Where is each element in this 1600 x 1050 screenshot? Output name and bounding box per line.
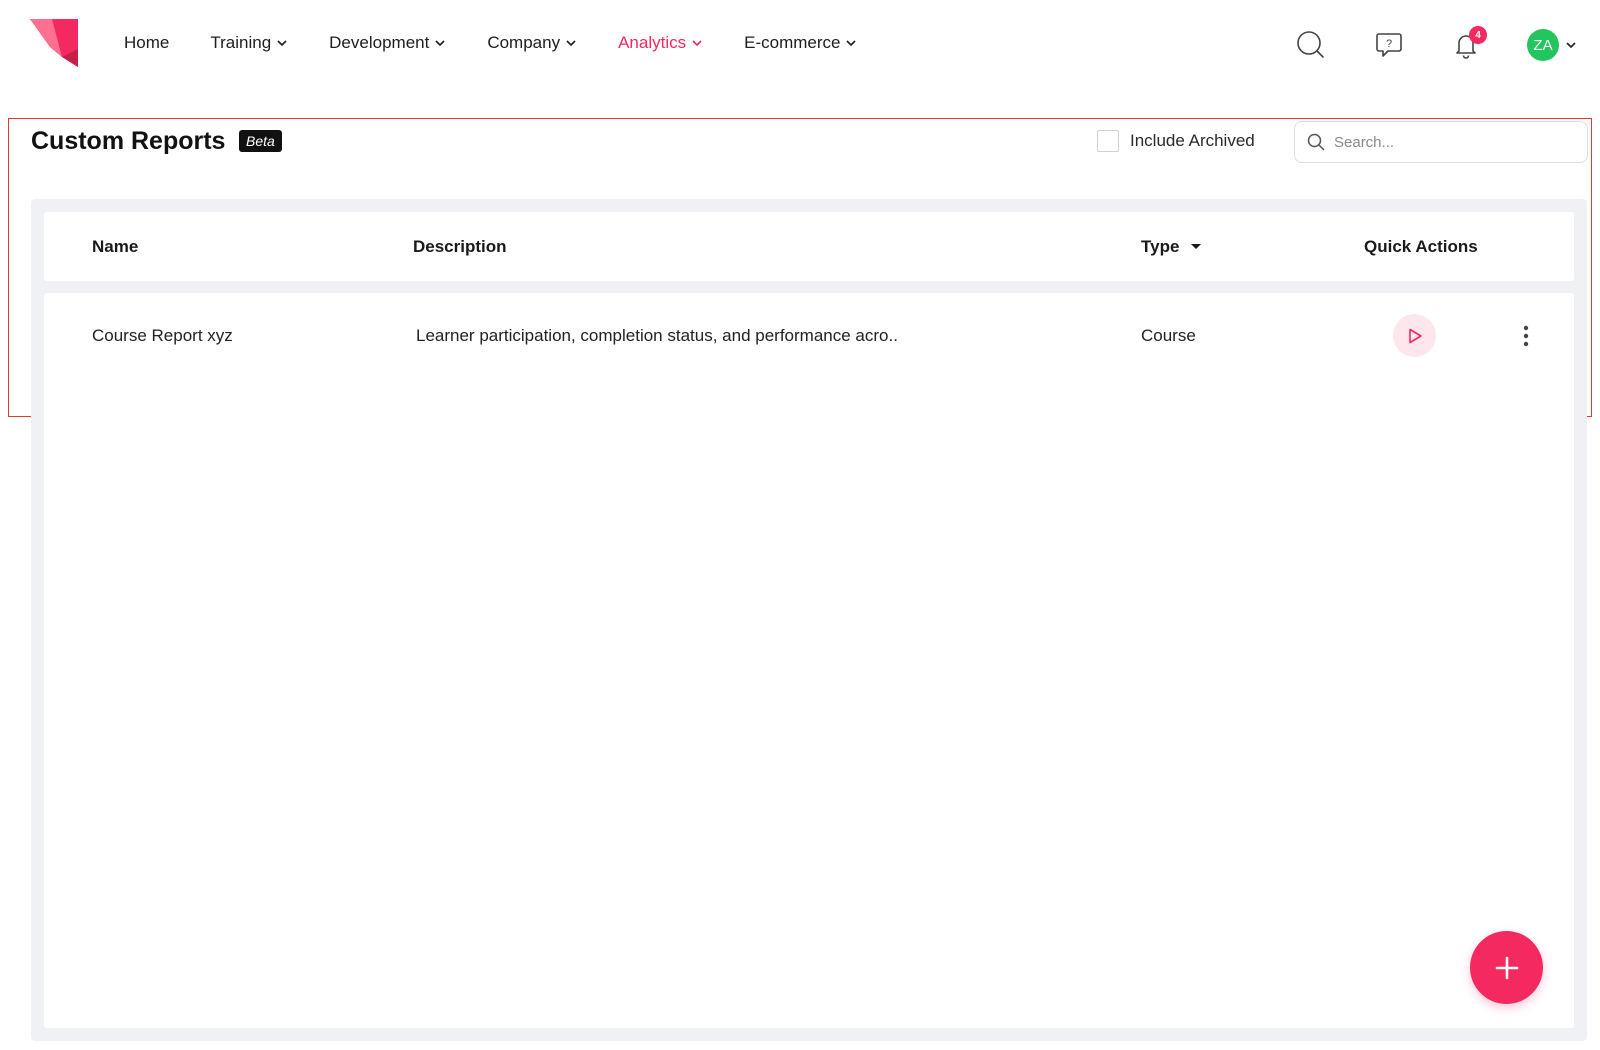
more-vertical-icon bbox=[1523, 325, 1529, 347]
include-archived-checkbox[interactable] bbox=[1097, 130, 1119, 152]
avatar: ZA bbox=[1527, 29, 1559, 61]
nav-item-label: Company bbox=[487, 33, 561, 52]
chevron-down-icon bbox=[1566, 42, 1576, 49]
search-input[interactable] bbox=[1334, 133, 1574, 151]
beta-badge: Beta bbox=[239, 130, 282, 152]
nav-item-home[interactable]: Home bbox=[124, 33, 169, 53]
help-chat-icon: ? bbox=[1376, 33, 1402, 57]
page-title: Custom Reports bbox=[31, 127, 226, 155]
svg-text:?: ? bbox=[1386, 38, 1392, 50]
include-archived-toggle[interactable]: Include Archived bbox=[1097, 130, 1255, 152]
main-nav: Home Training Development Company Analyt… bbox=[124, 33, 898, 53]
global-search-button[interactable] bbox=[1294, 28, 1328, 62]
nav-item-label: Analytics bbox=[618, 33, 687, 52]
user-menu[interactable]: ZA bbox=[1527, 29, 1577, 61]
chevron-down-icon bbox=[277, 40, 287, 47]
logo-icon[interactable] bbox=[30, 19, 82, 69]
column-header-name: Name bbox=[92, 236, 139, 256]
chevron-down-icon bbox=[566, 40, 576, 47]
notifications-button[interactable]: 4 bbox=[1449, 26, 1487, 62]
nav-item-training[interactable]: Training bbox=[210, 33, 288, 53]
column-header-type-label: Type bbox=[1141, 236, 1180, 256]
column-header-quick-actions: Quick Actions bbox=[1364, 236, 1478, 256]
help-chat-button[interactable]: ? bbox=[1372, 28, 1406, 62]
column-header-description: Description bbox=[413, 236, 507, 256]
table-header: Name Description Type Quick Actions bbox=[44, 212, 1574, 281]
sort-caret-icon bbox=[1191, 244, 1202, 249]
cell-description: Learner participation, completion status… bbox=[416, 326, 898, 345]
search-icon bbox=[1297, 31, 1324, 58]
cell-type: Course bbox=[1141, 326, 1196, 345]
search-icon bbox=[1307, 133, 1325, 151]
play-icon bbox=[1408, 328, 1422, 343]
table-body: Course Report xyz Learner participation,… bbox=[44, 293, 1574, 1028]
table-row[interactable]: Course Report xyz Learner participation,… bbox=[44, 293, 1574, 379]
nav-item-label: Development bbox=[329, 33, 430, 52]
chevron-down-icon bbox=[435, 40, 445, 47]
nav-item-label: Training bbox=[210, 33, 272, 52]
nav-item-development[interactable]: Development bbox=[329, 33, 446, 53]
add-report-button[interactable] bbox=[1470, 931, 1543, 1004]
nav-item-analytics[interactable]: Analytics bbox=[618, 33, 703, 53]
nav-item-label: Home bbox=[124, 33, 170, 52]
plus-icon bbox=[1495, 956, 1518, 979]
run-report-button[interactable] bbox=[1393, 314, 1436, 357]
reports-table: Name Description Type Quick Actions Cour… bbox=[31, 199, 1587, 1041]
row-more-button[interactable] bbox=[1512, 321, 1540, 351]
top-navigation: Home Training Development Company Analyt… bbox=[0, 0, 1600, 92]
nav-item-company[interactable]: Company bbox=[487, 33, 577, 53]
report-search bbox=[1294, 121, 1588, 163]
column-header-type[interactable]: Type bbox=[1141, 212, 1202, 281]
chevron-down-icon bbox=[846, 40, 857, 47]
include-archived-label: Include Archived bbox=[1130, 131, 1255, 150]
chevron-down-icon bbox=[692, 40, 702, 47]
cell-name[interactable]: Course Report xyz bbox=[92, 293, 233, 379]
nav-item-label: E-commerce bbox=[744, 33, 841, 52]
notification-count-badge: 4 bbox=[1469, 26, 1487, 44]
nav-item-ecommerce[interactable]: E-commerce bbox=[744, 33, 857, 53]
